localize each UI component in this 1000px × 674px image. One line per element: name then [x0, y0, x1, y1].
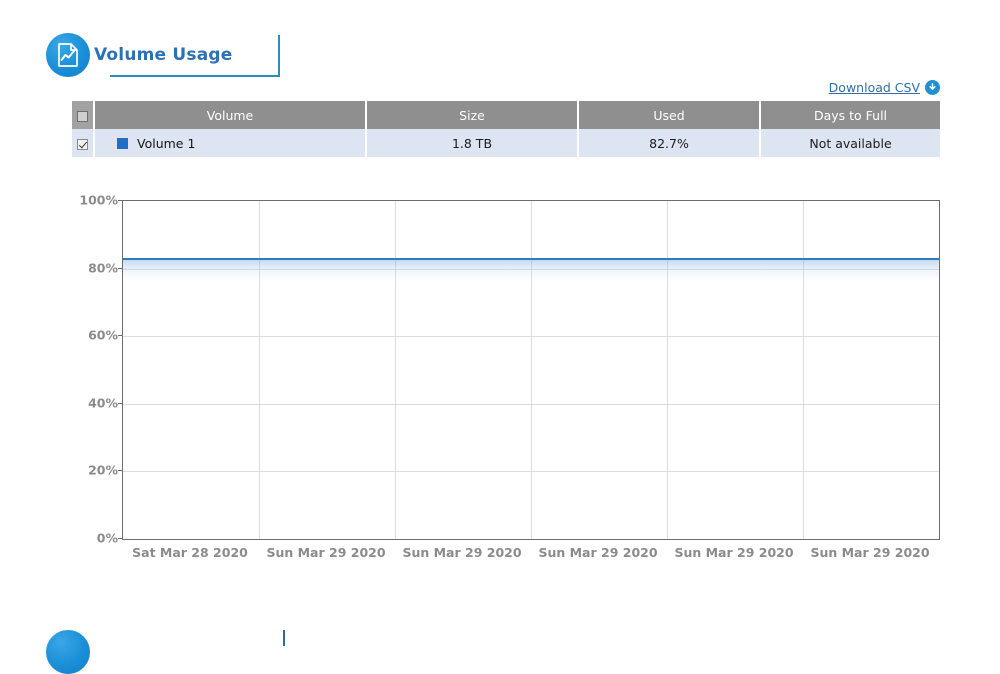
chart-x-tick-label: Sun Mar 29 2020 [538, 545, 658, 560]
column-header-used[interactable]: Used [578, 101, 761, 129]
chart-series-line[interactable] [123, 258, 939, 261]
row-checkbox[interactable] [77, 138, 88, 150]
cell-volume: Volume 1 [94, 129, 367, 157]
download-arrow-icon [925, 80, 940, 95]
chart-y-tick-mark [118, 200, 123, 201]
chart-series-band [123, 259, 939, 282]
page-title: Volume Usage [94, 45, 233, 65]
chart-x-axis: Sat Mar 28 2020 Sun Mar 29 2020 Sun Mar 29… [122, 545, 940, 567]
volume-table: Volume Size Used Days to Full Volume 1 1… [72, 101, 940, 157]
select-all-checkbox[interactable] [77, 110, 88, 122]
download-csv-link[interactable]: Download CSV [829, 80, 940, 95]
section-header: Volume Usage [46, 33, 280, 79]
document-chart-icon [46, 33, 90, 77]
column-header-days-to-full[interactable]: Days to Full [760, 101, 940, 129]
chart-y-tick-label: 0% [96, 530, 118, 546]
download-csv-label: Download CSV [828, 80, 920, 95]
next-section-divider [283, 630, 285, 646]
column-header-volume[interactable]: Volume [94, 101, 367, 129]
chart-gridline-vertical [803, 201, 804, 539]
chart-y-tick-mark [118, 538, 123, 539]
cell-size: 1.8 TB [366, 129, 579, 157]
chart-y-tick-label: 80% [88, 260, 118, 276]
select-all-header-cell[interactable] [72, 101, 95, 129]
chart-y-tick-mark [118, 402, 123, 404]
chart-x-tick-label: Sun Mar 29 2020 [810, 545, 930, 560]
column-header-size[interactable]: Size [366, 101, 579, 129]
chart-plot-area[interactable] [122, 200, 940, 540]
chart-y-tick-mark [118, 470, 123, 472]
chart-x-tick-label: Sat Mar 28 2020 [132, 545, 248, 560]
chart-y-tick-mark [118, 335, 123, 337]
series-color-swatch [117, 137, 128, 149]
volume-name-label: Volume 1 [137, 135, 196, 151]
table-row[interactable]: Volume 1 1.8 TB 82.7% Not available [72, 129, 940, 157]
next-section-icon [46, 630, 90, 674]
volume-usage-chart: 0% 20% 40% 60% 80% 100% Sat Mar 28 2020 Sun Ma… [60, 185, 950, 570]
chart-x-tick-label: Sun Mar 29 2020 [266, 545, 386, 560]
chart-gridline-vertical [531, 201, 532, 539]
chart-y-tick-label: 20% [88, 462, 118, 478]
chart-gridline-vertical [395, 201, 396, 539]
chart-x-tick-label: Sun Mar 29 2020 [402, 545, 522, 560]
chart-y-tick-label: 60% [88, 327, 118, 343]
chart-gridline-vertical [667, 201, 668, 539]
row-select-cell[interactable] [72, 129, 95, 157]
table-header-row: Volume Size Used Days to Full [72, 101, 940, 129]
chart-y-tick-label: 40% [88, 395, 118, 411]
cell-used: 82.7% [578, 129, 761, 157]
chart-y-tick-mark [118, 267, 123, 269]
chart-x-tick-label: Sun Mar 29 2020 [674, 545, 794, 560]
chart-y-tick-label: 100% [79, 192, 118, 208]
cell-days-to-full: Not available [760, 129, 940, 157]
chart-gridline-vertical [259, 201, 260, 539]
